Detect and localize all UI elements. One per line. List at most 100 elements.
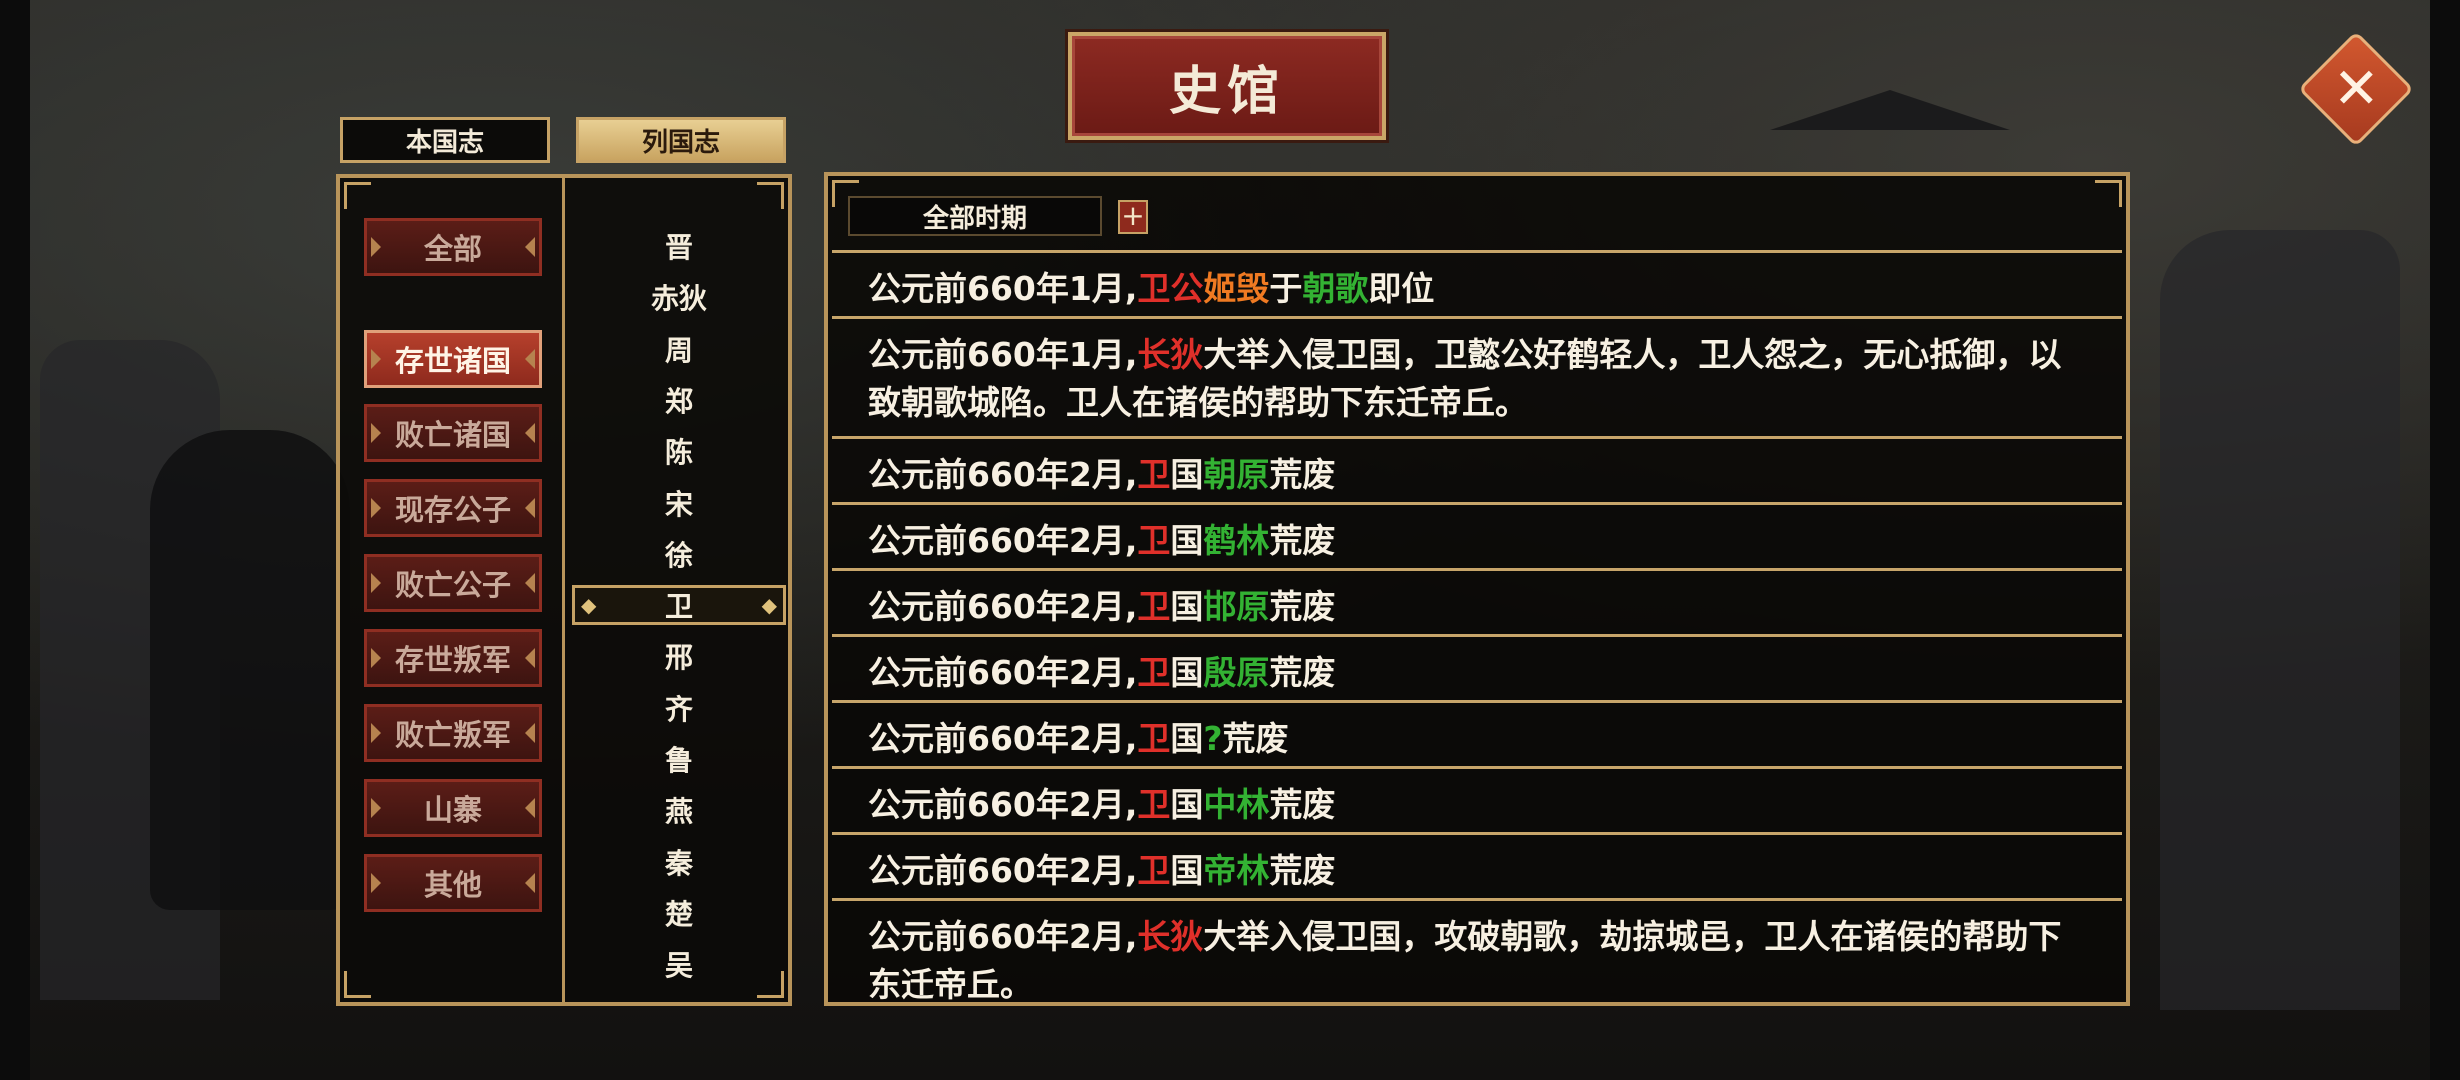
place-name: 鹤林	[1203, 521, 1270, 560]
state-item[interactable]: 徐	[572, 534, 786, 574]
person-name: 卫	[1137, 521, 1171, 560]
record-text: 荒废	[1269, 653, 1336, 692]
record-date: 公元前660年1月,	[868, 335, 1138, 374]
state-item[interactable]: 楚	[572, 893, 786, 933]
record-date: 公元前660年2月,	[868, 587, 1138, 626]
category-label: 存世诸国	[394, 344, 511, 378]
person-name: 卫	[1137, 653, 1171, 692]
record-date: 公元前660年2月,	[868, 719, 1138, 758]
history-record-row: 公元前660年2月,卫国?荒废	[832, 700, 2122, 766]
state-item[interactable]: 邢	[572, 636, 786, 676]
tab-local-history[interactable]: 本国志	[340, 117, 550, 163]
category-label: 现存公子	[394, 493, 511, 527]
person-name: 卫	[1137, 455, 1171, 494]
tab-states-history[interactable]: 列国志	[576, 117, 786, 163]
category-living-princes-button[interactable]: 现存公子	[364, 479, 542, 537]
corner-ornament	[2095, 180, 2122, 207]
category-label: 存世叛军	[394, 643, 511, 677]
record-text: 荒废	[1269, 587, 1336, 626]
category-fallen-princes-button[interactable]: 败亡公子	[364, 554, 542, 612]
category-label: 其他	[423, 868, 482, 902]
state-item[interactable]: 晋	[572, 226, 786, 266]
record-text: 荒废	[1269, 851, 1336, 890]
record-text: 于	[1269, 269, 1303, 308]
state-item[interactable]: 秦	[572, 842, 786, 882]
state-item[interactable]: 周	[572, 329, 786, 369]
record-date: 公元前660年2月,	[868, 521, 1138, 560]
history-record-row: 公元前660年2月,卫国殷原荒废	[832, 634, 2122, 700]
state-item[interactable]: 郑	[572, 380, 786, 420]
state-item[interactable]: 鲁	[572, 739, 786, 779]
person-name: 长狄	[1137, 917, 1204, 956]
category-fallen-states-button[interactable]: 败亡诸国	[364, 404, 542, 462]
category-other-button[interactable]: 其他	[364, 854, 542, 912]
period-expand-button[interactable]: +	[1118, 200, 1148, 234]
record-text: 荒废	[1269, 521, 1336, 560]
state-item[interactable]: 齐	[572, 688, 786, 728]
state-item[interactable]: 卫	[572, 585, 786, 626]
category-label: 败亡诸国	[394, 418, 511, 452]
record-text: 即位	[1368, 269, 1435, 308]
state-item[interactable]: 燕	[572, 790, 786, 830]
person-name: 卫	[1137, 587, 1171, 626]
plus-icon: +	[1121, 199, 1145, 232]
category-label: 山寨	[423, 793, 482, 827]
tab-label: 本国志	[405, 127, 484, 158]
background-figure-silhouette	[150, 430, 350, 910]
history-record-row: 公元前660年2月,卫国朝原荒废	[832, 436, 2122, 502]
record-text: 国	[1170, 785, 1204, 824]
person-name: 长狄	[1137, 335, 1204, 374]
category-label: 全部	[423, 232, 482, 266]
person-name: 卫	[1137, 719, 1171, 758]
record-text: 国	[1170, 719, 1204, 758]
history-record-row: 公元前660年2月,卫国鹤林荒废	[832, 502, 2122, 568]
category-label: 败亡叛军	[394, 718, 511, 752]
record-date: 公元前660年2月,	[868, 785, 1138, 824]
corner-ornament	[757, 182, 784, 209]
record-text: 荒废	[1222, 719, 1289, 758]
screen-edge-right	[2430, 0, 2460, 1080]
record-date: 公元前660年2月,	[868, 851, 1138, 890]
filter-panel: 全部 存世诸国 败亡诸国 现存公子 败亡公子 存世叛军 败亡叛军 山寨 其他 晋…	[336, 174, 792, 1006]
place-name: 邯原	[1203, 587, 1270, 626]
record-date: 公元前660年2月,	[868, 653, 1138, 692]
history-records-panel: 全部时期 + 公元前660年1月,卫公姬毁于朝歌即位 公元前660年1月,长狄大举…	[824, 172, 2130, 1006]
person-name: 姬毁	[1203, 269, 1270, 308]
close-icon: ✕	[2332, 55, 2380, 121]
history-record-row: 公元前660年2月,卫国中林荒废	[832, 766, 2122, 832]
record-text: 国	[1170, 851, 1204, 890]
category-fallen-rebels-button[interactable]: 败亡叛军	[364, 704, 542, 762]
record-text: 荒废	[1269, 785, 1336, 824]
record-text: 国	[1170, 653, 1204, 692]
category-label: 败亡公子	[394, 568, 511, 602]
place-name: ?	[1203, 719, 1223, 758]
record-text: 国	[1170, 587, 1204, 626]
category-bandit-camps-button[interactable]: 山寨	[364, 779, 542, 837]
corner-ornament	[344, 971, 371, 998]
state-item[interactable]: 吴	[572, 944, 786, 984]
page-title: 史馆	[1168, 60, 1285, 122]
place-name: 朝歌	[1302, 269, 1369, 308]
state-item[interactable]: 赤狄	[572, 277, 786, 317]
period-filter-dropdown[interactable]: 全部时期	[848, 196, 1102, 236]
state-item[interactable]: 陈	[572, 431, 786, 471]
place-name: 中林	[1203, 785, 1270, 824]
person-name: 卫	[1137, 851, 1171, 890]
screen-edge-left	[0, 0, 30, 1080]
place-name: 帝林	[1203, 851, 1270, 890]
category-all-button[interactable]: 全部	[364, 218, 542, 276]
record-date: 公元前660年2月,	[868, 455, 1138, 494]
category-existing-states-button[interactable]: 存世诸国	[364, 330, 542, 388]
history-record-row: 公元前660年1月,长狄大举入侵卫国，卫懿公好鹤轻人，卫人怨之，无心抵御，以致朝…	[832, 316, 2122, 436]
panel-divider	[562, 178, 565, 1002]
person-name: 卫	[1137, 785, 1171, 824]
state-item[interactable]: 宋	[572, 483, 786, 523]
place-name: 殷原	[1203, 653, 1270, 692]
page-title-plaque: 史馆	[1068, 32, 1386, 140]
period-label: 全部时期	[922, 203, 1027, 234]
category-existing-rebels-button[interactable]: 存世叛军	[364, 629, 542, 687]
place-name: 朝原	[1203, 455, 1270, 494]
corner-ornament	[344, 182, 371, 209]
record-text: 荒废	[1269, 455, 1336, 494]
background-pavilion-roof	[1770, 90, 2010, 130]
